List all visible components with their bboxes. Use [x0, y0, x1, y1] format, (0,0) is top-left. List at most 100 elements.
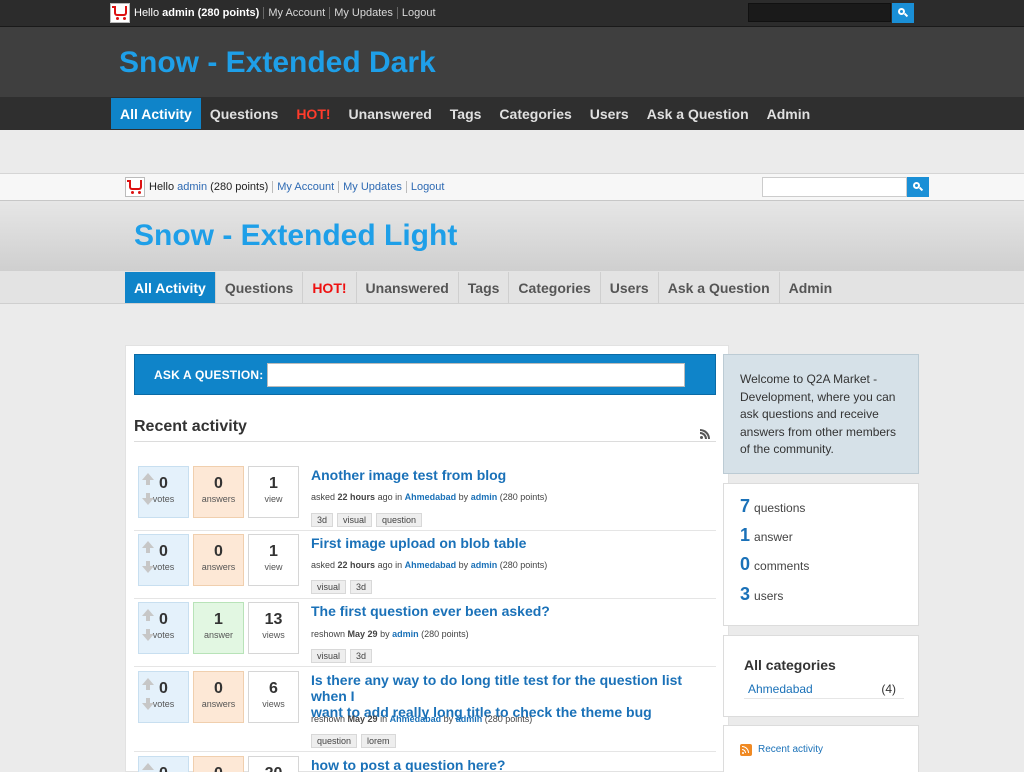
vote-count-box: 0 votes	[138, 534, 189, 586]
nav-questions[interactable]: Questions	[201, 98, 287, 129]
nav-admin[interactable]: Admin	[780, 272, 842, 303]
tag[interactable]: 3d	[350, 649, 373, 663]
user-link[interactable]: admin	[471, 492, 498, 502]
view-count-box: 1 view	[248, 466, 299, 518]
search-icon	[898, 8, 909, 18]
site-stats-box: 7 questions 1 answer 0 comments 3 users	[723, 483, 919, 626]
question-title-link[interactable]: First image upload on blob table	[311, 535, 711, 551]
category-link[interactable]: Ahmedabad	[405, 492, 457, 502]
question-meta: asked 22 hours ago in Ahmedabad by admin…	[311, 492, 548, 502]
ask-question-input[interactable]	[267, 363, 685, 387]
tag[interactable]: question	[311, 734, 358, 748]
vote-down-icon[interactable]	[142, 566, 154, 573]
tag[interactable]: question	[376, 513, 423, 527]
category-link[interactable]: Ahmedabad	[405, 560, 457, 570]
user-link[interactable]: admin	[471, 560, 498, 570]
vote-down-icon[interactable]	[142, 498, 154, 505]
category-link[interactable]: Ahmedabad	[748, 682, 813, 696]
my-account-link[interactable]: My Account	[277, 181, 334, 193]
answer-count-box: 0 answers	[193, 466, 244, 518]
light-main-nav: All Activity Questions HOT! Unanswered T…	[0, 270, 1024, 304]
vote-down-icon[interactable]	[142, 703, 154, 710]
categories-box: All categories Ahmedabad (4)	[723, 635, 919, 717]
question-item: 0 votes 0 answers 1 view Another image test…	[134, 463, 716, 531]
nav-categories[interactable]: Categories	[509, 272, 601, 303]
vote-count-box: 0	[138, 756, 189, 772]
my-updates-link[interactable]: My Updates	[334, 7, 393, 19]
question-title-link[interactable]: how to post a question here?	[311, 757, 711, 772]
nav-questions[interactable]: Questions	[216, 272, 304, 303]
cart-logo-icon[interactable]	[125, 177, 145, 197]
vote-up-icon[interactable]	[142, 473, 154, 480]
vote-up-icon[interactable]	[142, 541, 154, 548]
category-row[interactable]: Ahmedabad (4)	[744, 681, 904, 699]
tag[interactable]: 3d	[311, 513, 334, 527]
vote-up-icon[interactable]	[142, 678, 154, 685]
stat-users: 3 users	[740, 584, 784, 604]
nav-tags[interactable]: Tags	[459, 272, 510, 303]
tag[interactable]: 3d	[350, 580, 373, 594]
category-count: (4)	[881, 682, 896, 696]
recent-activity-title: Recent activity	[134, 418, 247, 435]
vote-up-icon[interactable]	[142, 763, 154, 770]
nav-hot[interactable]: HOT!	[303, 272, 357, 303]
tag[interactable]: visual	[311, 580, 347, 594]
nav-unanswered[interactable]: Unanswered	[357, 272, 459, 303]
dark-search-button[interactable]	[892, 3, 914, 23]
tag[interactable]: visual	[337, 513, 373, 527]
nav-ask-question[interactable]: Ask a Question	[638, 98, 758, 129]
vote-count-box: 0 votes	[138, 602, 189, 654]
categories-title: All categories	[744, 657, 836, 673]
rss-feed-icon[interactable]	[700, 429, 710, 439]
nav-admin[interactable]: Admin	[758, 98, 820, 129]
category-link[interactable]: Ahmedabad	[390, 714, 442, 724]
nav-users[interactable]: Users	[581, 98, 638, 129]
nav-all-activity[interactable]: All Activity	[111, 98, 201, 129]
vote-count-box: 0 votes	[138, 466, 189, 518]
nav-categories[interactable]: Categories	[490, 98, 580, 129]
question-title-link[interactable]: Another image test from blog	[311, 467, 711, 483]
dark-site-title[interactable]: Snow - Extended Dark	[119, 46, 436, 80]
question-title-link[interactable]: Is there any way to do long title test f…	[311, 672, 711, 720]
my-account-link[interactable]: My Account	[268, 7, 325, 19]
light-search-button[interactable]	[907, 177, 929, 197]
nav-hot[interactable]: HOT!	[287, 98, 339, 129]
greeting: Hello admin (280 points)	[149, 181, 269, 193]
logout-link[interactable]: Logout	[402, 7, 436, 19]
my-updates-link[interactable]: My Updates	[343, 181, 402, 193]
tag[interactable]: lorem	[361, 734, 396, 748]
nav-ask-question[interactable]: Ask a Question	[659, 272, 780, 303]
divider	[134, 441, 716, 442]
nav-tags[interactable]: Tags	[441, 98, 491, 129]
vote-count-box: 0 votes	[138, 671, 189, 723]
welcome-box: Welcome to Q2A Market - Development, whe…	[723, 354, 919, 474]
stat-comments: 0 comments	[740, 554, 810, 574]
nav-all-activity[interactable]: All Activity	[125, 272, 216, 303]
ask-question-label: ASK A QUESTION:	[154, 368, 264, 382]
question-title-link[interactable]: The first question ever been asked?	[311, 603, 711, 619]
tag-list: visual 3d	[311, 580, 376, 594]
dark-search-input[interactable]	[748, 3, 891, 22]
stat-questions: 7 questions	[740, 496, 806, 516]
view-count-box: 13 views	[248, 602, 299, 654]
user-link[interactable]: admin	[456, 714, 483, 724]
nav-unanswered[interactable]: Unanswered	[340, 98, 441, 129]
user-link[interactable]: admin	[392, 629, 419, 639]
cart-logo-icon[interactable]	[110, 3, 130, 23]
vote-up-icon[interactable]	[142, 609, 154, 616]
view-count-box: 6 views	[248, 671, 299, 723]
nav-users[interactable]: Users	[601, 272, 659, 303]
tag[interactable]: visual	[311, 649, 347, 663]
answer-count-box: 0 answers	[193, 671, 244, 723]
view-count-box: 20	[248, 756, 299, 772]
question-item: 0 votes 0 answers 6 views Is there any way …	[134, 668, 716, 752]
ask-question-bar: ASK A QUESTION:	[134, 354, 716, 395]
dark-header: Snow - Extended Dark	[0, 26, 1024, 98]
light-site-title[interactable]: Snow - Extended Light	[134, 219, 457, 253]
recent-activity-feed-link[interactable]: Recent activity	[758, 744, 823, 755]
dark-top-bar: Hello admin (280 points) My Account My U…	[0, 0, 1024, 26]
vote-down-icon[interactable]	[142, 634, 154, 641]
logout-link[interactable]: Logout	[411, 181, 445, 193]
light-search-input[interactable]	[762, 177, 907, 197]
rss-feed-icon[interactable]	[740, 744, 752, 756]
